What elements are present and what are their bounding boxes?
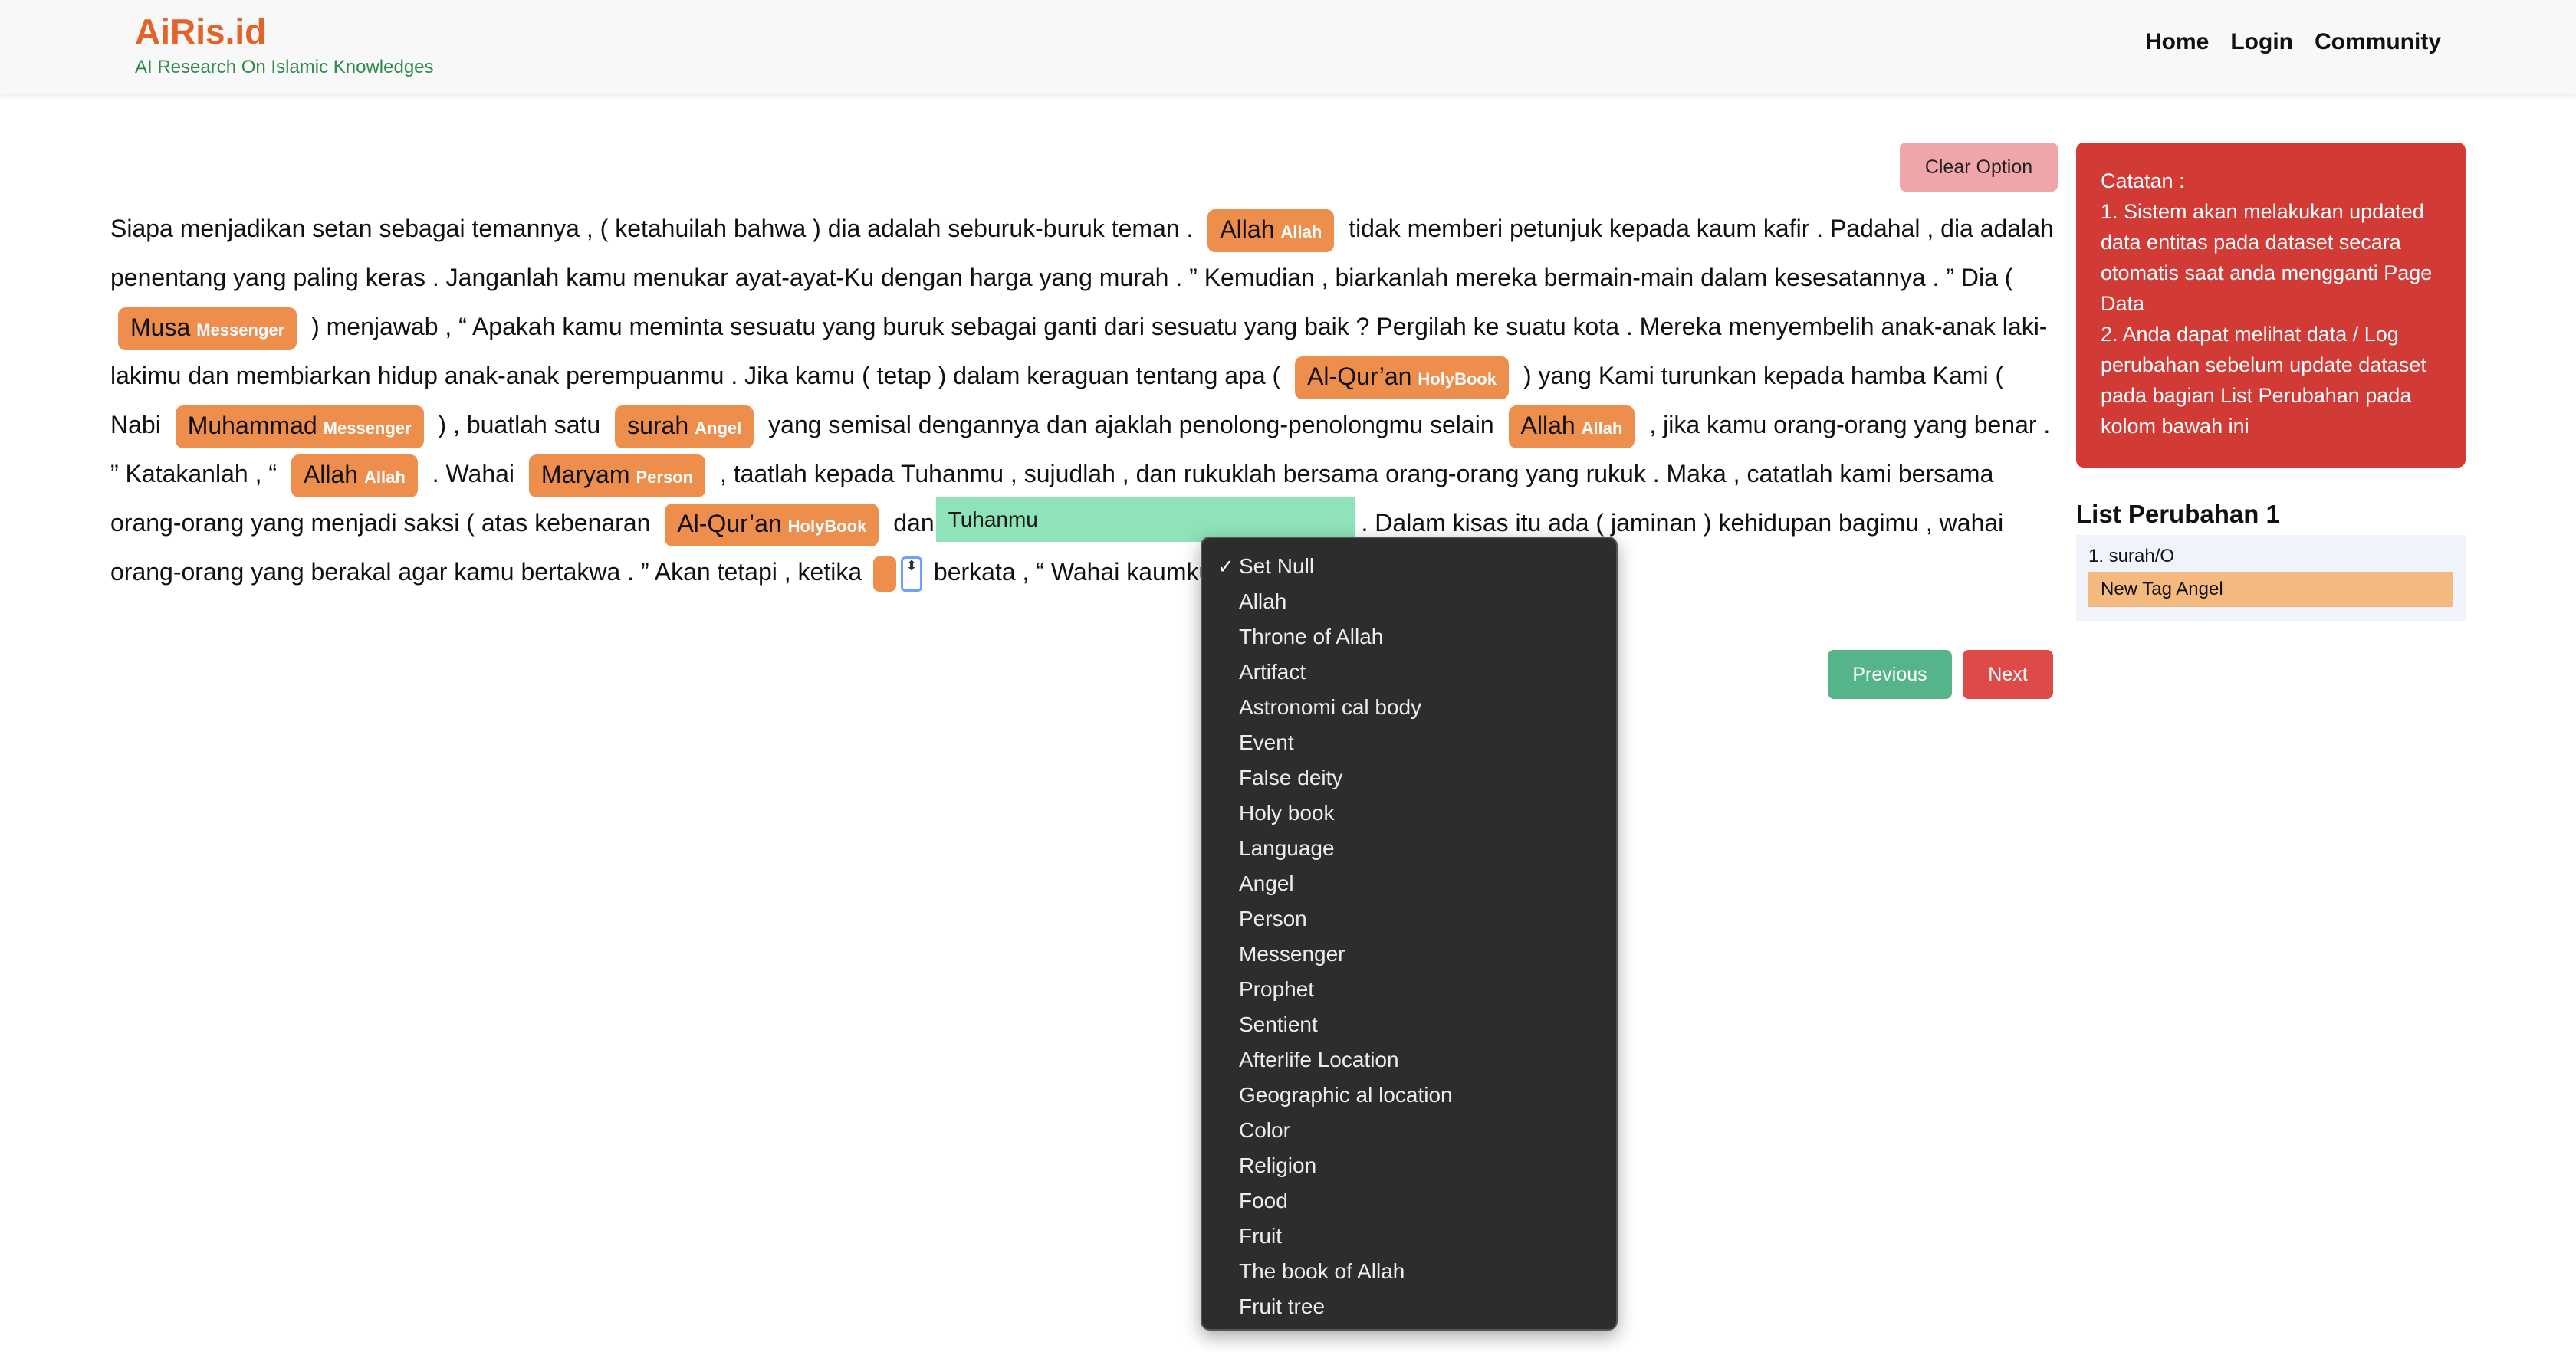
entity-word: Al-Qur’an — [677, 509, 782, 537]
dropdown-option[interactable]: Holy book — [1202, 796, 1616, 831]
checkmark-icon: ✓ — [1217, 555, 1234, 578]
nav-home[interactable]: Home — [2145, 29, 2209, 55]
entity-tag: Allah — [364, 467, 406, 487]
dropdown-option-set-null[interactable]: ✓ Set Null — [1202, 549, 1616, 584]
change-log-panel: 1. surah/O New Tag Angel — [2076, 535, 2466, 621]
dropdown-option[interactable]: Person — [1202, 901, 1616, 937]
note-line-1: 1. Sistem akan melakukan updated data en… — [2101, 200, 2433, 315]
dropdown-option[interactable]: Religion — [1202, 1148, 1616, 1183]
entity-word: Allah — [1520, 411, 1576, 439]
entity-tag-dropdown[interactable]: ✓ Set Null Allah Throne of Allah Artifact… — [1201, 537, 1618, 1331]
entity-tag: Allah — [1581, 418, 1623, 438]
entity-word: Allah — [1220, 215, 1275, 243]
previous-button[interactable]: Previous — [1828, 650, 1952, 699]
entity-word: Muhammad — [187, 411, 317, 439]
entity-tag: Person — [636, 467, 694, 487]
entity-word: Allah — [303, 460, 359, 488]
text-segment: Siapa menjadikan setan sebagai temannya … — [110, 215, 1194, 242]
entity-tag: Allah — [1280, 222, 1322, 241]
entity-tag: HolyBook — [787, 516, 867, 536]
entity-chip[interactable]: Al-Qur’an HolyBook — [1295, 356, 1510, 399]
entity-chip[interactable]: Musa Messenger — [118, 307, 297, 350]
dropdown-option[interactable]: Astronomi cal body — [1202, 690, 1616, 725]
entity-tag: Messenger — [196, 320, 285, 340]
dropdown-option[interactable]: Artifact — [1202, 655, 1616, 690]
dropdown-option[interactable]: The book of Allah — [1202, 1254, 1616, 1289]
text-segment: . Wahai — [432, 460, 515, 487]
dropdown-option[interactable]: Sentient — [1202, 1007, 1616, 1042]
nav-links: Home Login Community — [2145, 29, 2441, 55]
brand-subtitle: AI Research On Islamic Knowledges — [135, 57, 434, 77]
dropdown-option[interactable]: False deity — [1202, 760, 1616, 796]
entity-chip[interactable]: Maryam Person — [528, 454, 706, 497]
dropdown-option[interactable]: Color — [1202, 1113, 1616, 1148]
dropdown-option[interactable]: Afterlife Location — [1202, 1042, 1616, 1078]
brand-logo[interactable]: AiRis.id — [135, 11, 266, 52]
note-box: Catatan : 1. Sistem akan melakukan updat… — [2076, 143, 2466, 468]
change-log-item: 1. surah/O — [2088, 546, 2175, 566]
top-navbar: AiRis.id AI Research On Islamic Knowledg… — [0, 0, 2576, 94]
dropdown-option[interactable]: Allah — [1202, 584, 1616, 619]
entity-edit-input[interactable] — [935, 497, 1355, 542]
tag-select-stepper[interactable]: ⬍ — [901, 556, 922, 592]
option-label: Set Null — [1239, 554, 1315, 578]
clear-option-button[interactable]: Clear Option — [1900, 143, 2058, 192]
nav-login[interactable]: Login — [2230, 29, 2293, 55]
text-segment: yang semisal dengannya dan ajaklah penol… — [768, 411, 1494, 438]
text-segment: dan — [893, 509, 935, 537]
note-title: Catatan : — [2101, 169, 2185, 192]
entity-tag: HolyBook — [1418, 369, 1497, 389]
entity-tag: Messenger — [323, 418, 412, 438]
dropdown-option[interactable]: Food — [1202, 1183, 1616, 1219]
entity-chip[interactable]: Allah Allah — [1508, 405, 1635, 448]
dropdown-option[interactable]: Fruit tree — [1202, 1289, 1616, 1324]
dropdown-option[interactable]: Geographic al location — [1202, 1078, 1616, 1113]
entity-chip[interactable]: Allah Allah — [291, 454, 418, 497]
nav-community[interactable]: Community — [2315, 29, 2441, 55]
dropdown-option[interactable]: Angel — [1202, 866, 1616, 901]
change-log-new-tag: New Tag Angel — [2088, 572, 2453, 607]
note-line-2: 2. Anda dapat melihat data / Log perubah… — [2101, 323, 2426, 438]
dropdown-option[interactable]: Fruit — [1202, 1219, 1616, 1254]
dropdown-option[interactable]: Throne of Allah — [1202, 619, 1616, 655]
entity-chip[interactable] — [873, 556, 896, 592]
change-log-title: List Perubahan 1 — [2076, 500, 2280, 528]
dropdown-option[interactable]: Language — [1202, 831, 1616, 866]
next-button[interactable]: Next — [1963, 650, 2053, 699]
dropdown-option[interactable]: Event — [1202, 725, 1616, 760]
entity-chip[interactable]: Muhammad Messenger — [175, 405, 424, 448]
entity-chip[interactable]: Allah Allah — [1208, 208, 1335, 252]
entity-tag: Angel — [695, 418, 742, 438]
entity-chip[interactable]: Al-Qur’an HolyBook — [665, 503, 879, 546]
entity-word: Musa — [130, 313, 191, 341]
text-segment: ) , buatlah satu — [438, 411, 601, 438]
entity-word: Al-Qur’an — [1307, 362, 1412, 390]
dropdown-option[interactable]: Prophet — [1202, 972, 1616, 1007]
annotated-text: Siapa menjadikan setan sebagai temannya … — [110, 204, 2058, 596]
entity-word: Maryam — [540, 460, 630, 488]
entity-word: surah — [627, 411, 689, 439]
entity-chip[interactable]: surah Angel — [615, 405, 754, 448]
dropdown-option[interactable]: Messenger — [1202, 937, 1616, 972]
